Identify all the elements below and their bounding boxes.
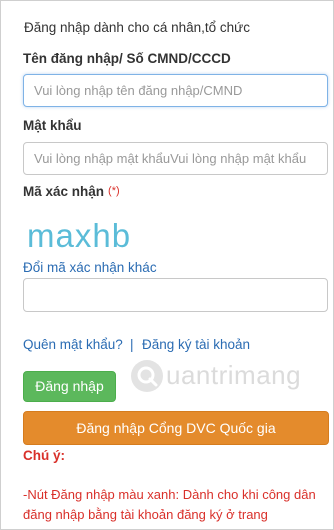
change-captcha-link[interactable]: Đổi mã xác nhận khác xyxy=(23,260,157,275)
captcha-text: maxhb xyxy=(27,217,131,254)
register-link[interactable]: Đăng ký tài khoản xyxy=(142,337,250,352)
note-text: -Nút Đăng nhập màu xanh: Dành cho khi cô… xyxy=(23,487,316,522)
note-title: Chú ý: xyxy=(23,448,65,463)
captcha-label-text: Mã xác nhận xyxy=(23,184,105,199)
username-placeholder: Vui lòng nhập tên đăng nhập/CMND xyxy=(34,83,243,98)
login-heading: Đăng nhập dành cho cá nhân,tổ chức xyxy=(24,20,250,35)
username-label: Tên đăng nhập/ Số CMND/CCCD xyxy=(23,51,231,66)
link-separator: | xyxy=(130,337,134,352)
forgot-password-link[interactable]: Quên mật khẩu? xyxy=(23,337,123,352)
watermark: uantrimang xyxy=(129,358,329,398)
watermark-logo-icon xyxy=(131,360,163,392)
watermark-text: uantrimang xyxy=(166,360,302,390)
username-input[interactable]: Vui lòng nhập tên đăng nhập/CMND xyxy=(23,74,328,107)
login-button[interactable]: Đăng nhập xyxy=(23,371,116,402)
dvc-login-button[interactable]: Đăng nhập Cổng DVC Quốc gia xyxy=(23,411,329,445)
password-label: Mật khẩu xyxy=(23,118,82,133)
captcha-label: Mã xác nhận (*) xyxy=(23,184,120,199)
required-mark: (*) xyxy=(108,185,120,197)
captcha-input[interactable] xyxy=(23,278,328,312)
login-panel: Đăng nhập dành cho cá nhân,tổ chức Tên đ… xyxy=(0,0,334,530)
captcha-image: maxhb xyxy=(27,217,131,254)
password-placeholder: Vui lòng nhập mật khẩuVui lòng nhập mật … xyxy=(34,151,307,166)
password-input[interactable]: Vui lòng nhập mật khẩuVui lòng nhập mật … xyxy=(23,142,328,175)
